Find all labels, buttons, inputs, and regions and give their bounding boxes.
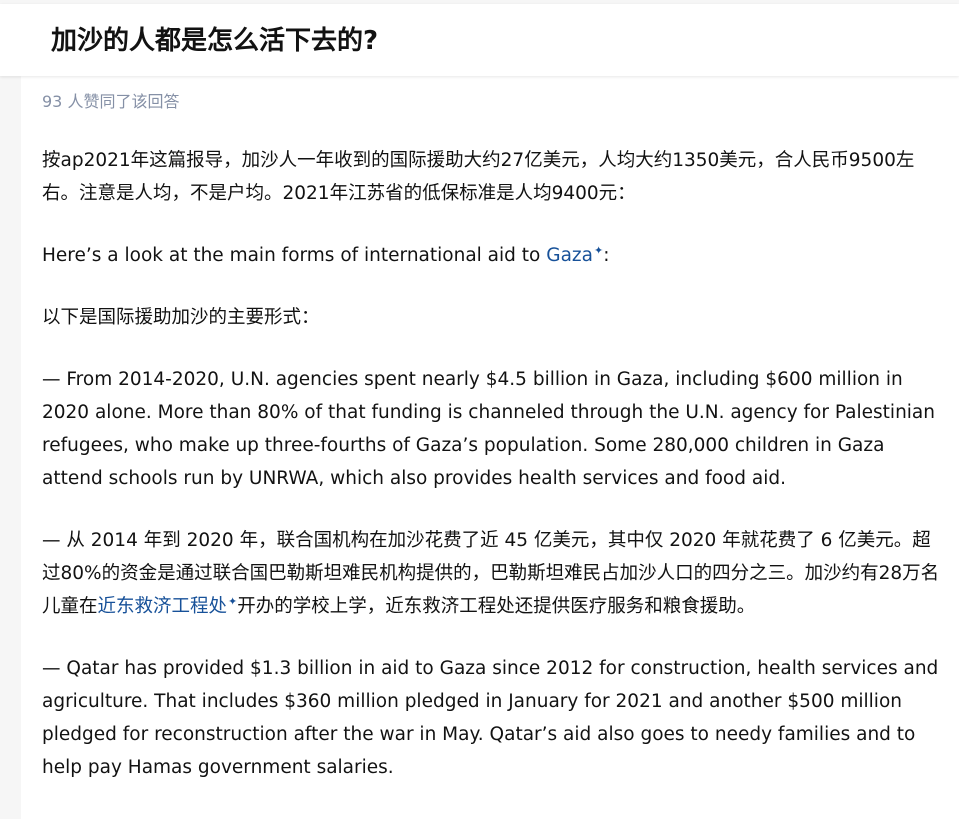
vote-count-label: 93 人赞同了该回答 xyxy=(42,92,180,111)
question-title[interactable]: 加沙的人都是怎么活下去的? xyxy=(51,24,378,58)
unrwa-topic-link[interactable]: 近东救济工程处 xyxy=(98,596,228,617)
answer-paragraph: — From 2014-2020, U.N. agencies spent ne… xyxy=(42,369,935,489)
paragraph-text: Here’s a look at the main forms of inter… xyxy=(42,245,547,266)
answer-paragraph: 以下是国际援助加沙的主要形式： xyxy=(42,307,320,328)
gaza-topic-link[interactable]: Gaza xyxy=(546,245,593,266)
sparkle-icon: ✦ xyxy=(228,594,238,608)
paragraph-text: 开办的学校上学，近东救济工程处还提供医疗服务和粮食援助。 xyxy=(237,596,756,617)
page: 加沙的人都是怎么活下去的? 93 人赞同了该回答 按ap2021年这篇报导，加沙… xyxy=(0,0,959,819)
question-header: 加沙的人都是怎么活下去的? xyxy=(0,4,959,76)
answer-paragraph: 按ap2021年这篇报导，加沙人一年收到的国际援助大约27亿美元，人均大约135… xyxy=(42,150,915,204)
paragraph-text: : xyxy=(603,245,610,266)
answer-card: 93 人赞同了该回答 按ap2021年这篇报导，加沙人一年收到的国际援助大约27… xyxy=(21,76,959,819)
answer-paragraph: — Qatar has provided $1.3 billion in aid… xyxy=(42,658,939,778)
answer-paragraph: Here’s a look at the main forms of inter… xyxy=(42,239,942,272)
sparkle-icon: ✦ xyxy=(593,243,604,257)
answer-paragraph: — 从 2014 年到 2020 年，联合国机构在加沙花费了近 45 亿美元，其… xyxy=(42,524,942,623)
answer-body: 按ap2021年这篇报导，加沙人一年收到的国际援助大约27亿美元，人均大约135… xyxy=(42,144,942,813)
